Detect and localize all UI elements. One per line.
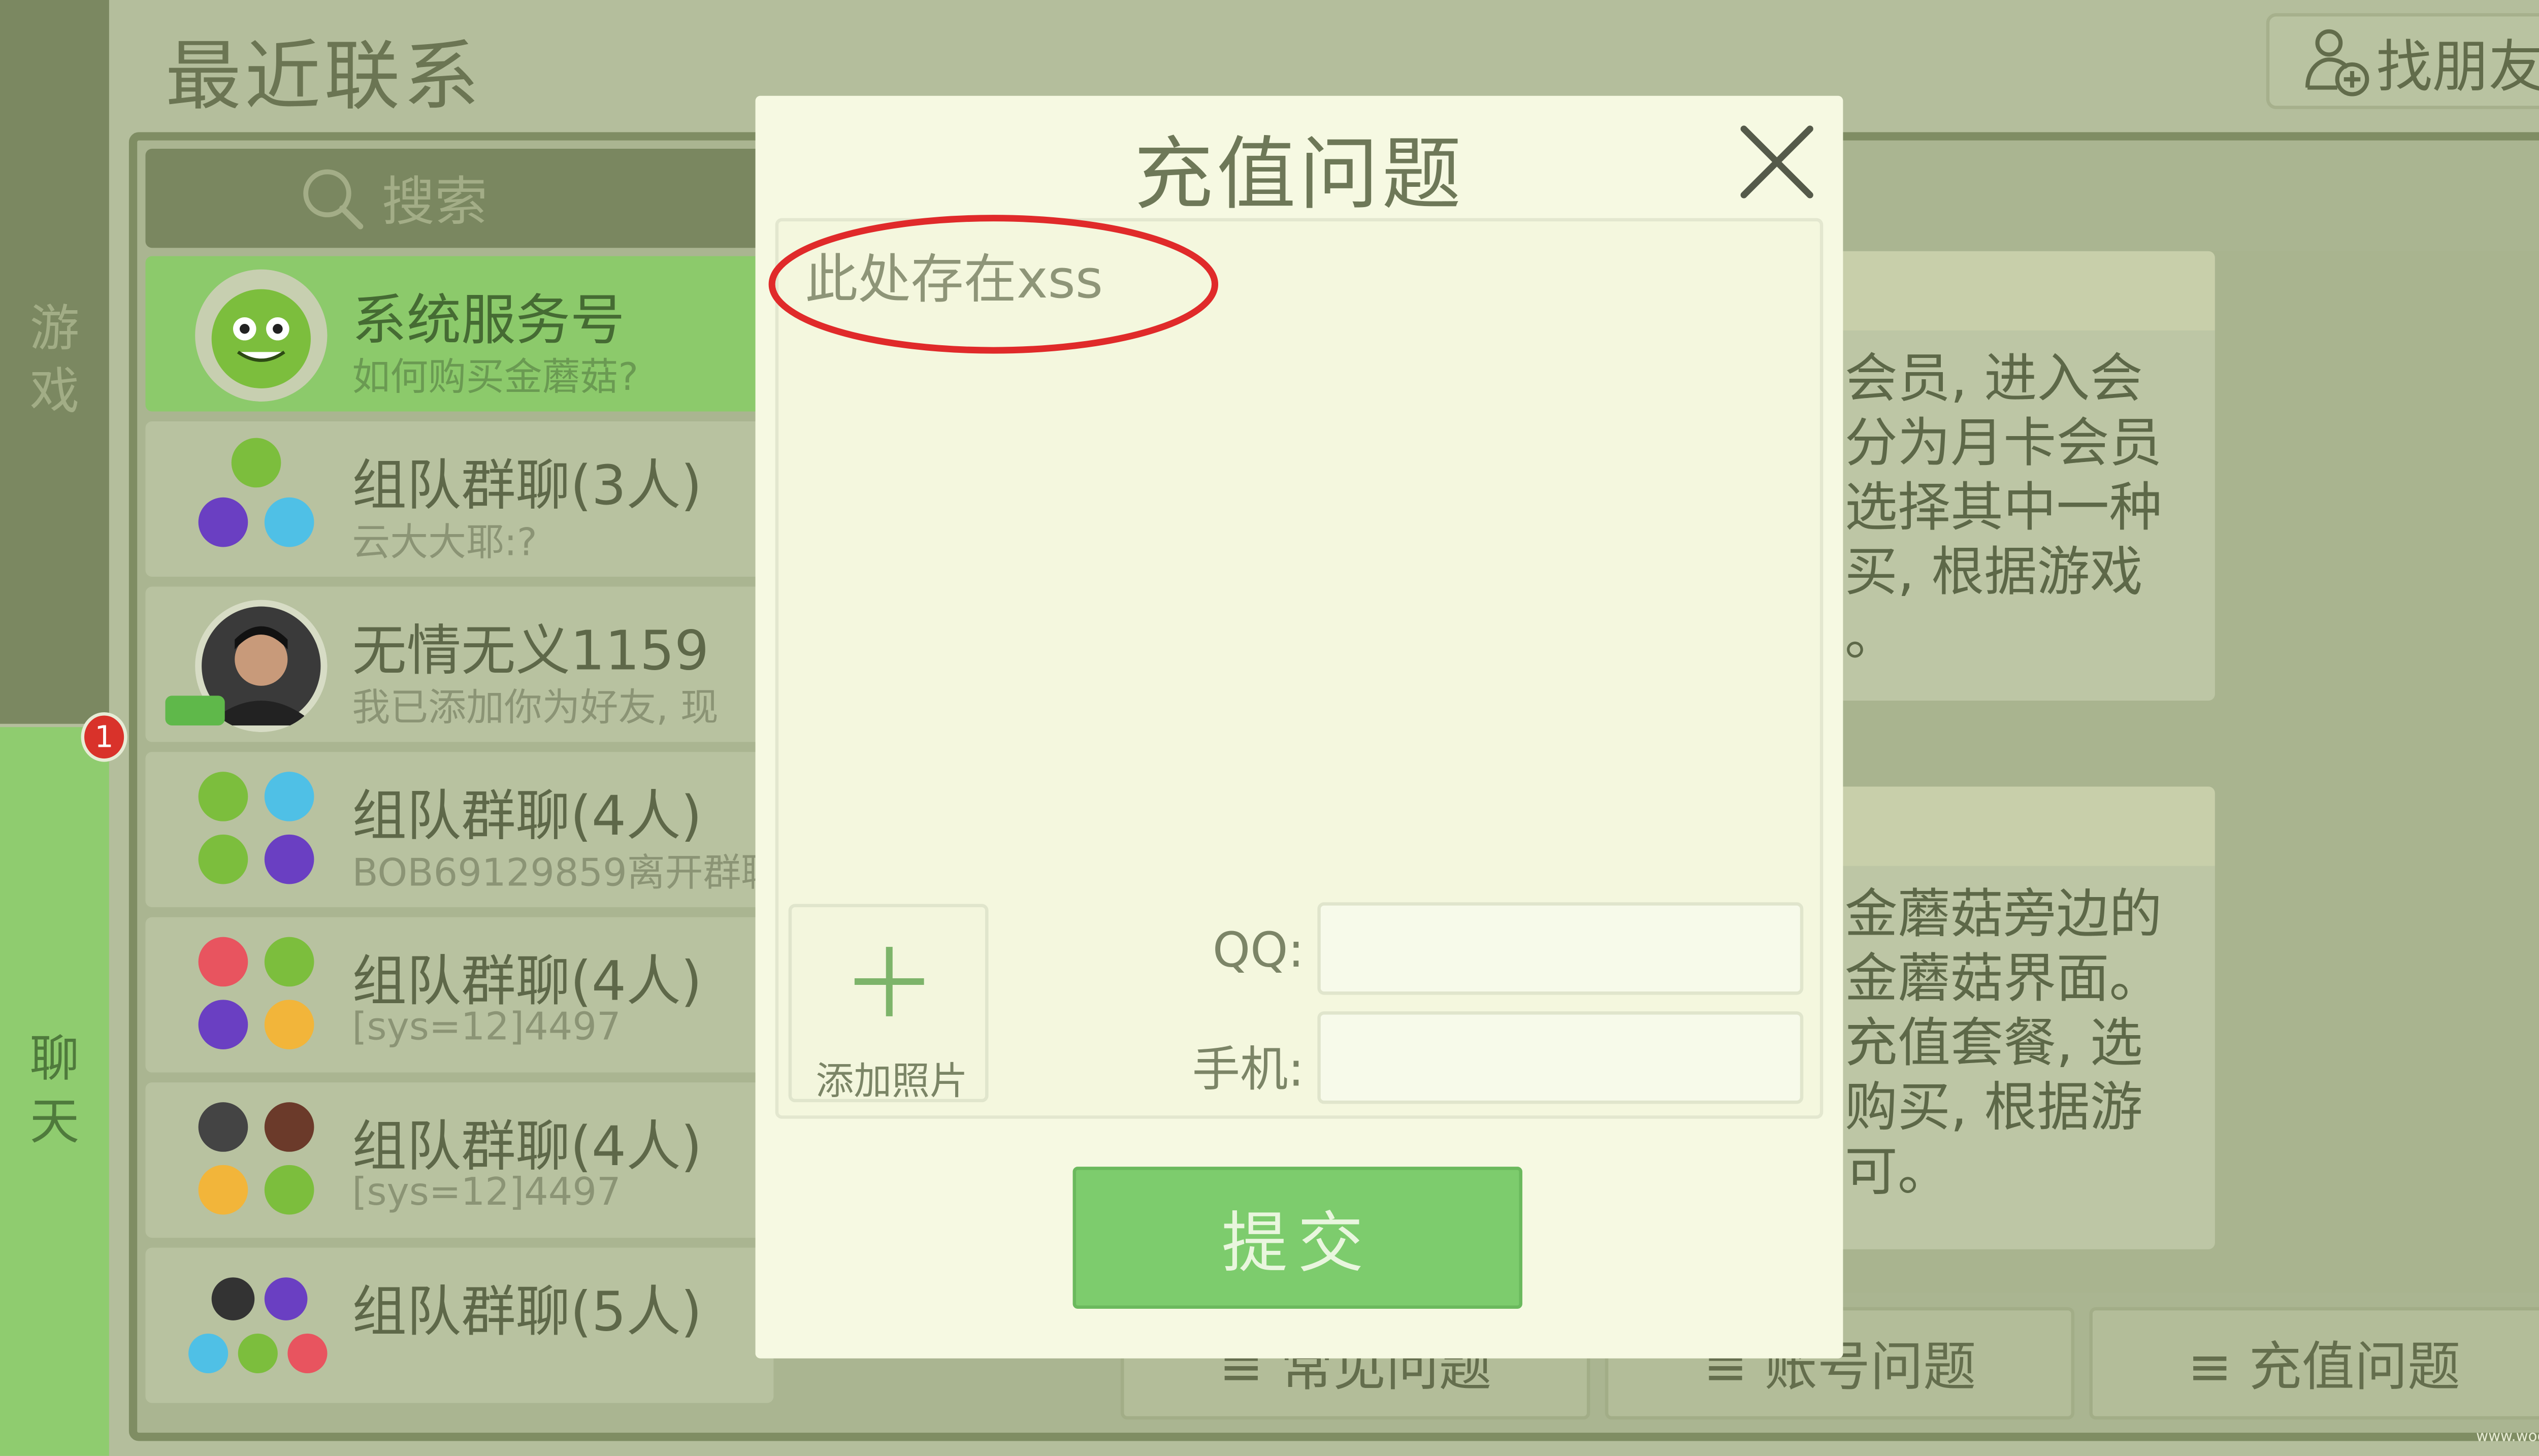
tab-game[interactable]: 游 戏 — [0, 0, 109, 724]
contact-name: 组队群聊(4人) — [352, 948, 702, 1013]
app-root: 游 戏 聊 天 1 最近联系 找朋友 会员, 进入会 分为月卡会员 选择其中一种… — [0, 0, 2539, 1456]
tab-chat-char-2: 天 — [29, 1093, 80, 1151]
blue-monster-icon — [264, 772, 314, 821]
purple-monster-icon — [198, 497, 248, 547]
faq-line: 金蘑菇界面。 — [1844, 947, 2162, 1010]
user-photo-avatar — [198, 1102, 248, 1152]
faq-card-text: 会员, 进入会 分为月卡会员 选择其中一种 买, 根据游戏 。 — [1802, 330, 2215, 669]
green-monster-icon — [264, 937, 314, 987]
submit-button[interactable]: 提交 — [1072, 1167, 1522, 1309]
contact-name: 组队群聊(5人) — [352, 1279, 702, 1344]
unread-badge: 1 — [81, 712, 127, 762]
contact-last-message: 如何购买金蘑菇? — [352, 357, 639, 400]
faq-line: 买, 根据游戏 — [1844, 540, 2143, 604]
contact-last-message: [sys=12]4497 — [352, 1006, 621, 1049]
add-user-icon — [2304, 29, 2368, 96]
user-photo-avatar — [211, 1277, 255, 1320]
faq-card-header — [1802, 251, 2215, 331]
contact-name: 组队群聊(3人) — [352, 452, 702, 517]
faq-line: 充值套餐, 选 — [1844, 1011, 2143, 1074]
qq-label: QQ: — [1212, 922, 1305, 979]
search-label: 搜索 — [381, 170, 488, 233]
faq-card[interactable]: 会员, 进入会 分为月卡会员 选择其中一种 买, 根据游戏 。 — [1802, 251, 2215, 701]
add-photo-button[interactable]: 添加照片 — [788, 904, 989, 1104]
green-monster-icon — [231, 438, 281, 488]
close-icon[interactable] — [1734, 119, 1820, 205]
online-status-icon — [165, 696, 225, 725]
blue-monster-icon — [264, 497, 314, 547]
recharge-question-dialog: 充值问题 此处存在xss 添加照片 QQ: 手机: 提交 — [755, 95, 1843, 1359]
green-monster-avatar-icon — [195, 269, 328, 402]
faq-card-header — [1802, 786, 2215, 866]
find-friend-button[interactable]: 找朋友 — [2266, 13, 2539, 109]
contact-name: 无情无义1159 — [352, 618, 709, 683]
list-item-contact[interactable]: 组队群聊(4人) BOB69129859离开群聊 — [145, 752, 774, 908]
list-item-contact[interactable]: 组队群聊(5人) — [145, 1247, 774, 1403]
faq-card-text: 金蘑菇旁边的 金蘑菇界面。 充值套餐, 选 购买, 根据游 可。 — [1802, 866, 2215, 1205]
yellow-monster-icon — [198, 1165, 248, 1215]
tab-game-char-2: 戏 — [29, 363, 80, 422]
blue-monster-icon — [188, 1333, 229, 1373]
contact-last-message: 云大大耶:? — [352, 522, 537, 566]
list-item-contact[interactable]: 组队群聊(3人) 云大大耶:? — [145, 421, 774, 577]
faq-line: 可。 — [1844, 1140, 1951, 1203]
qq-input[interactable] — [1317, 902, 1804, 995]
search-icon — [303, 169, 364, 229]
yellow-monster-icon — [264, 1000, 314, 1049]
contact-name: 组队群聊(4人) — [352, 1113, 702, 1178]
phone-label: 手机: — [1192, 1041, 1305, 1098]
contact-last-message: BOB69129859离开群聊 — [352, 852, 774, 896]
list-item-contact[interactable]: 组队群聊(4人) [sys=12]4497 — [145, 917, 774, 1073]
green-monster-icon — [264, 1165, 314, 1215]
faq-line: 选择其中一种 — [1844, 476, 2162, 539]
purple-monster-icon — [198, 1000, 248, 1049]
green-monster-icon — [198, 834, 248, 884]
faq-card[interactable]: 金蘑菇旁边的 金蘑菇界面。 充值套餐, 选 购买, 根据游 可。 — [1802, 786, 2215, 1249]
list-item-contact[interactable]: 无情无义1159 我已添加你为好友, 现 — [145, 586, 774, 742]
search-button[interactable]: 搜索 — [145, 148, 774, 248]
purple-monster-icon — [264, 1277, 308, 1320]
tab-game-char-1: 游 — [29, 301, 80, 359]
red-monster-icon — [198, 937, 248, 987]
purple-monster-icon — [264, 834, 314, 884]
green-monster-icon — [198, 772, 248, 821]
faq-line: 分为月卡会员 — [1844, 411, 2162, 475]
list-item-contact[interactable]: 组队群聊(4人) [sys=12]4497 — [145, 1082, 774, 1238]
phone-input[interactable] — [1317, 1011, 1804, 1104]
tab-chat[interactable]: 聊 天 — [0, 727, 109, 1456]
green-monster-icon — [238, 1333, 278, 1373]
contact-name: 系统服务号 — [352, 287, 625, 352]
add-photo-label: 添加照片 — [816, 1061, 968, 1104]
user-photo-avatar — [264, 1102, 314, 1152]
watermark: www.wooyun.org — [2476, 1429, 2539, 1446]
contact-name: 组队群聊(4人) — [352, 783, 702, 848]
red-annotation-circle — [768, 215, 1219, 354]
plus-icon — [854, 947, 924, 1016]
faq-line: 。 — [1844, 605, 1898, 668]
faq-line: 会员, 进入会 — [1844, 347, 2143, 410]
dialog-title: 充值问题 — [1133, 128, 1465, 222]
page-title: 最近联系 — [165, 31, 483, 121]
faq-line: 金蘑菇旁边的 — [1844, 882, 2162, 945]
list-item-contact[interactable]: 系统服务号 如何购买金蘑菇? — [145, 256, 774, 412]
find-friend-label: 找朋友 — [2376, 34, 2539, 100]
faq-line: 购买, 根据游 — [1844, 1076, 2143, 1139]
tab-chat-char-1: 聊 — [29, 1030, 80, 1088]
contact-last-message: [sys=12]4497 — [352, 1171, 621, 1215]
red-monster-icon — [287, 1333, 328, 1373]
tab-recharge-questions[interactable]: ≡ 充值问题 — [2089, 1307, 2539, 1420]
contact-last-message: 我已添加你为好友, 现 — [352, 687, 719, 731]
